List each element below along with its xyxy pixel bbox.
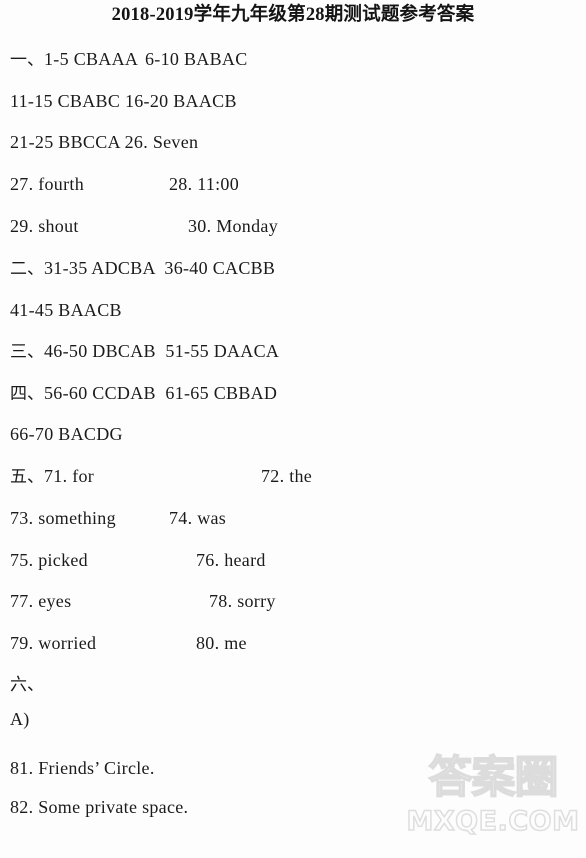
answer-line-left: 一、1-5 CBAAA <box>10 44 138 75</box>
answer-line: 75. picked 76. heard <box>0 545 586 575</box>
answer-line-left: 四、56-60 CCDAB 61-65 CBBAD <box>10 378 277 409</box>
answer-text-secondary: 6-10 BABAC <box>145 49 248 69</box>
answer-line: 66-70 BACDG <box>0 419 586 449</box>
answer-line: 五、71. for 72. the <box>0 461 586 491</box>
answer-line-left: 27. fourth <box>10 169 84 199</box>
answer-key-page: 2018-2019学年九年级第28期测试题参考答案 一、1-5 CBAAA 6-1… <box>0 0 586 858</box>
answer-line-left: 11-15 CBABC 16-20 BAACB <box>10 86 237 116</box>
answer-line-left: 二、31-35 ADCBA 36-40 CACBB <box>10 253 275 284</box>
answer-line: 41-45 BAACB <box>0 295 586 325</box>
answer-line-left: 三、46-50 DBCAB 51-55 DAACA <box>10 336 279 367</box>
answer-line: 81. Friends’ Circle. <box>0 753 586 783</box>
answer-text: 79. worried <box>10 633 97 653</box>
answer-text-secondary: 78. sorry <box>209 591 276 611</box>
answer-text: 46-50 DBCAB 51-55 DAACA <box>44 341 280 361</box>
answer-text-secondary: 80. me <box>196 633 247 653</box>
answer-line: 二、31-35 ADCBA 36-40 CACBB <box>0 253 586 283</box>
answer-text: 41-45 BAACB <box>10 300 122 320</box>
answer-line-left: 21-25 BBCCA 26. Seven <box>10 127 198 157</box>
page-title: 2018-2019学年九年级第28期测试题参考答案 <box>111 5 475 25</box>
answer-text: 82. Some private space. <box>10 797 189 817</box>
answer-line-left: 73. something <box>10 503 116 533</box>
answer-line: 六、 <box>0 669 586 699</box>
answer-line: 一、1-5 CBAAA 6-10 BABAC <box>0 44 586 74</box>
answer-text: 27. fourth <box>10 174 84 194</box>
section-marker: 四、 <box>10 384 44 404</box>
answer-text: 31-35 ADCBA 36-40 CACBB <box>44 258 276 278</box>
answer-line: A) <box>0 704 586 734</box>
section-marker: 五、 <box>10 467 44 487</box>
answer-line: 82. Some private space. <box>0 792 586 822</box>
answer-text-secondary: 30. Monday <box>188 216 278 236</box>
answer-line-left: 79. worried <box>10 628 96 658</box>
answer-line-left: 66-70 BACDG <box>10 419 123 449</box>
section-marker: 六、 <box>10 675 44 695</box>
answer-line: 四、56-60 CCDAB 61-65 CBBAD <box>0 378 586 408</box>
answer-text: 1-5 CBAAA <box>44 49 139 69</box>
answer-text: 11-15 CBABC 16-20 BAACB <box>10 91 237 111</box>
answer-text: 73. something <box>10 508 116 528</box>
answer-text: 29. shout <box>10 216 79 236</box>
section-marker: 一、 <box>10 50 44 70</box>
answer-line: 11-15 CBABC 16-20 BAACB <box>0 86 586 116</box>
answer-text: 66-70 BACDG <box>10 424 123 444</box>
answer-line-left: 41-45 BAACB <box>10 295 122 325</box>
answer-line-left: 81. Friends’ Circle. <box>10 753 155 783</box>
answer-line-left: 82. Some private space. <box>10 792 188 822</box>
answer-text: 77. eyes <box>10 591 72 611</box>
answer-text-secondary: 74. was <box>169 508 227 528</box>
section-marker: 二、 <box>10 259 44 279</box>
answer-line-left: 五、71. for <box>10 461 94 492</box>
answer-line: 77. eyes 78. sorry <box>0 586 586 616</box>
answer-line-left: 六、 <box>10 669 44 700</box>
answer-line-left: 75. picked <box>10 545 88 575</box>
answer-text: 75. picked <box>10 550 88 570</box>
answer-line: 21-25 BBCCA 26. Seven <box>0 127 586 157</box>
answer-text: 71. for <box>44 466 95 486</box>
answer-line: 三、46-50 DBCAB 51-55 DAACA <box>0 336 586 366</box>
answer-text: 21-25 BBCCA 26. Seven <box>10 132 199 152</box>
answer-line-left: 29. shout <box>10 211 79 241</box>
answer-text: A) <box>10 709 30 729</box>
answer-line-left: 77. eyes <box>10 586 71 616</box>
answer-line: 79. worried 80. me <box>0 628 586 658</box>
answer-text-secondary: 28. 11:00 <box>169 174 240 194</box>
answer-line: 73. something 74. was <box>0 503 586 533</box>
answer-line-left: A) <box>10 704 30 734</box>
answer-text-secondary: 72. the <box>261 466 313 486</box>
answer-line: 27. fourth 28. 11:00 <box>0 169 586 199</box>
section-marker: 三、 <box>10 342 44 362</box>
answer-text: 56-60 CCDAB 61-65 CBBAD <box>44 383 278 403</box>
answer-text-secondary: 76. heard <box>196 550 266 570</box>
answer-text: 81. Friends’ Circle. <box>10 758 155 778</box>
answer-line: 29. shout 30. Monday <box>0 211 586 241</box>
